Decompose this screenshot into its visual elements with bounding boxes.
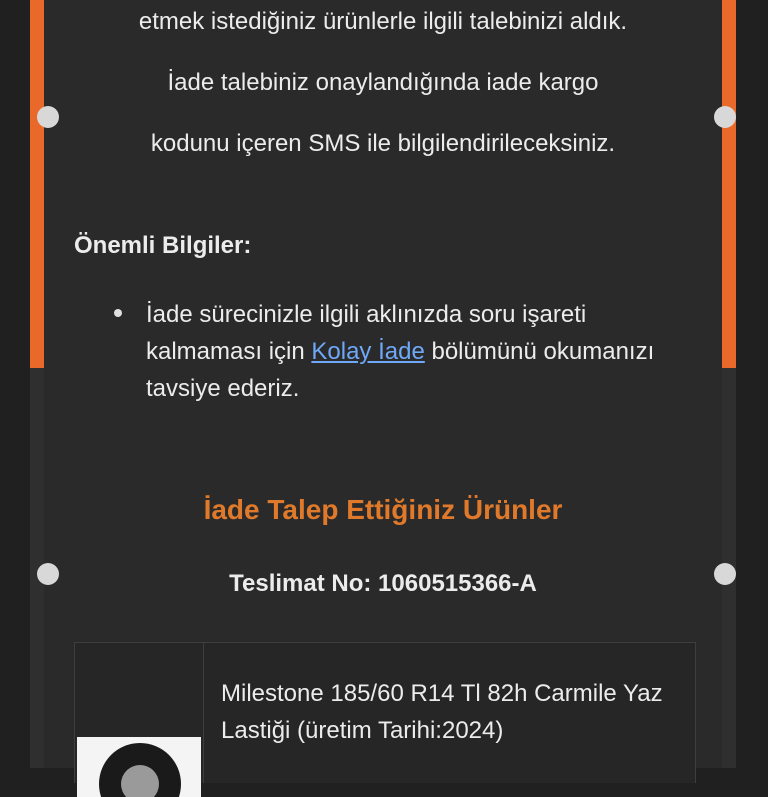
selection-handle-top-left[interactable] bbox=[37, 106, 59, 128]
tire-rim bbox=[121, 765, 159, 797]
important-info-title: Önemli Bilgiler: bbox=[74, 232, 252, 259]
selection-handle-top-right[interactable] bbox=[714, 106, 736, 128]
product-name: Milestone 185/60 R14 Tl 82h Carmile Yaz … bbox=[221, 680, 663, 744]
message-line-2: İade talebiniz onaylandığında iade kargo bbox=[167, 69, 599, 96]
bullet-dot bbox=[114, 309, 122, 317]
right-accent-bar bbox=[722, 0, 736, 368]
important-info-bullet: İade sürecinizle ilgili aklınızda soru i… bbox=[146, 296, 706, 407]
delivery-number: Teslimat No: 1060515366-A bbox=[229, 570, 537, 597]
message-line-3: kodunu içeren SMS ile bilgilendirileceks… bbox=[150, 130, 616, 157]
returned-products-title: İade Talep Ettiğiniz Ürünler bbox=[203, 494, 563, 525]
message-line-1: etmek istediğiniz ürünlerle ilgili taleb… bbox=[138, 8, 628, 35]
tire-image[interactable] bbox=[77, 737, 201, 797]
left-accent-bar bbox=[30, 0, 44, 368]
kolay-iade-link[interactable]: Kolay İade bbox=[311, 338, 424, 365]
product-row[interactable]: Milestone 185/60 R14 Tl 82h Carmile Yaz … bbox=[74, 642, 696, 797]
product-image-cell bbox=[75, 643, 204, 797]
